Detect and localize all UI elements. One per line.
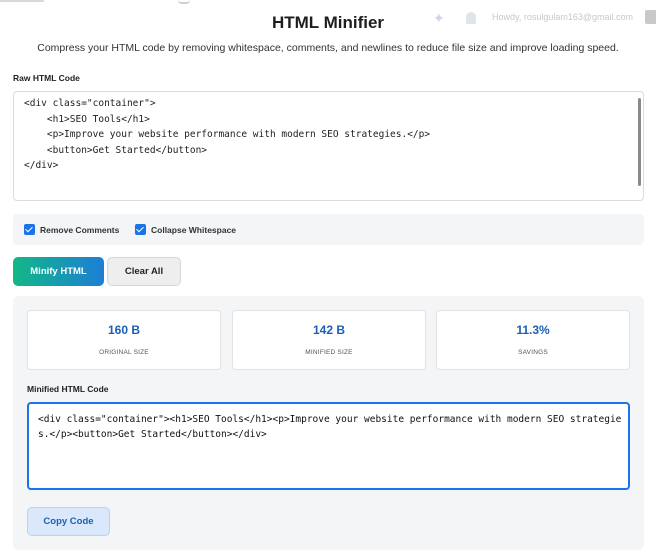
raw-html-label: Raw HTML Code (13, 73, 80, 83)
results-panel: 160 B ORIGINAL SIZE 142 B MINIFIED SIZE … (13, 296, 644, 550)
clear-all-button[interactable]: Clear All (107, 257, 181, 286)
raw-html-scrollbar[interactable] (638, 98, 641, 186)
toolbar-fragment (0, 0, 44, 2)
page-subtitle: Compress your HTML code by removing whit… (37, 42, 619, 54)
remove-comments-label[interactable]: Remove Comments (40, 225, 119, 235)
minified-html-output[interactable]: <div class="container"><h1>SEO Tools</h1… (27, 402, 630, 490)
remove-comments-checkbox[interactable] (24, 224, 35, 235)
stat-savings: 11.3% SAVINGS (436, 310, 630, 370)
stat-value: 160 B (107, 323, 141, 337)
remove-comments-option[interactable]: Remove Comments (24, 223, 119, 236)
stat-original-size: 160 B ORIGINAL SIZE (27, 310, 221, 370)
minify-html-button[interactable]: Minify HTML (13, 257, 104, 286)
minified-html-text[interactable]: <div class="container"><h1>SEO Tools</h1… (38, 412, 624, 442)
options-bar: Remove Comments Collapse Whitespace (13, 214, 644, 245)
stat-value: 11.3% (516, 323, 550, 337)
minified-html-label: Minified HTML Code (27, 384, 109, 394)
stat-caption: ORIGINAL SIZE (99, 349, 149, 356)
raw-html-input[interactable]: <div class="container"> <h1>SEO Tools</h… (13, 91, 644, 201)
collapse-whitespace-option[interactable]: Collapse Whitespace (135, 223, 236, 236)
toolbar-fragment (178, 0, 190, 4)
stat-caption: MINIFIED SIZE (305, 349, 353, 356)
copy-code-button[interactable]: Copy Code (27, 507, 110, 536)
stat-value: 142 B (312, 323, 346, 337)
stat-minified-size: 142 B MINIFIED SIZE (232, 310, 426, 370)
page-title: HTML Minifier (271, 13, 385, 32)
raw-html-text[interactable]: <div class="container"> <h1>SEO Tools</h… (24, 96, 430, 174)
collapse-whitespace-label[interactable]: Collapse Whitespace (151, 225, 236, 235)
stat-caption: SAVINGS (518, 349, 548, 356)
collapse-whitespace-checkbox[interactable] (135, 224, 146, 235)
